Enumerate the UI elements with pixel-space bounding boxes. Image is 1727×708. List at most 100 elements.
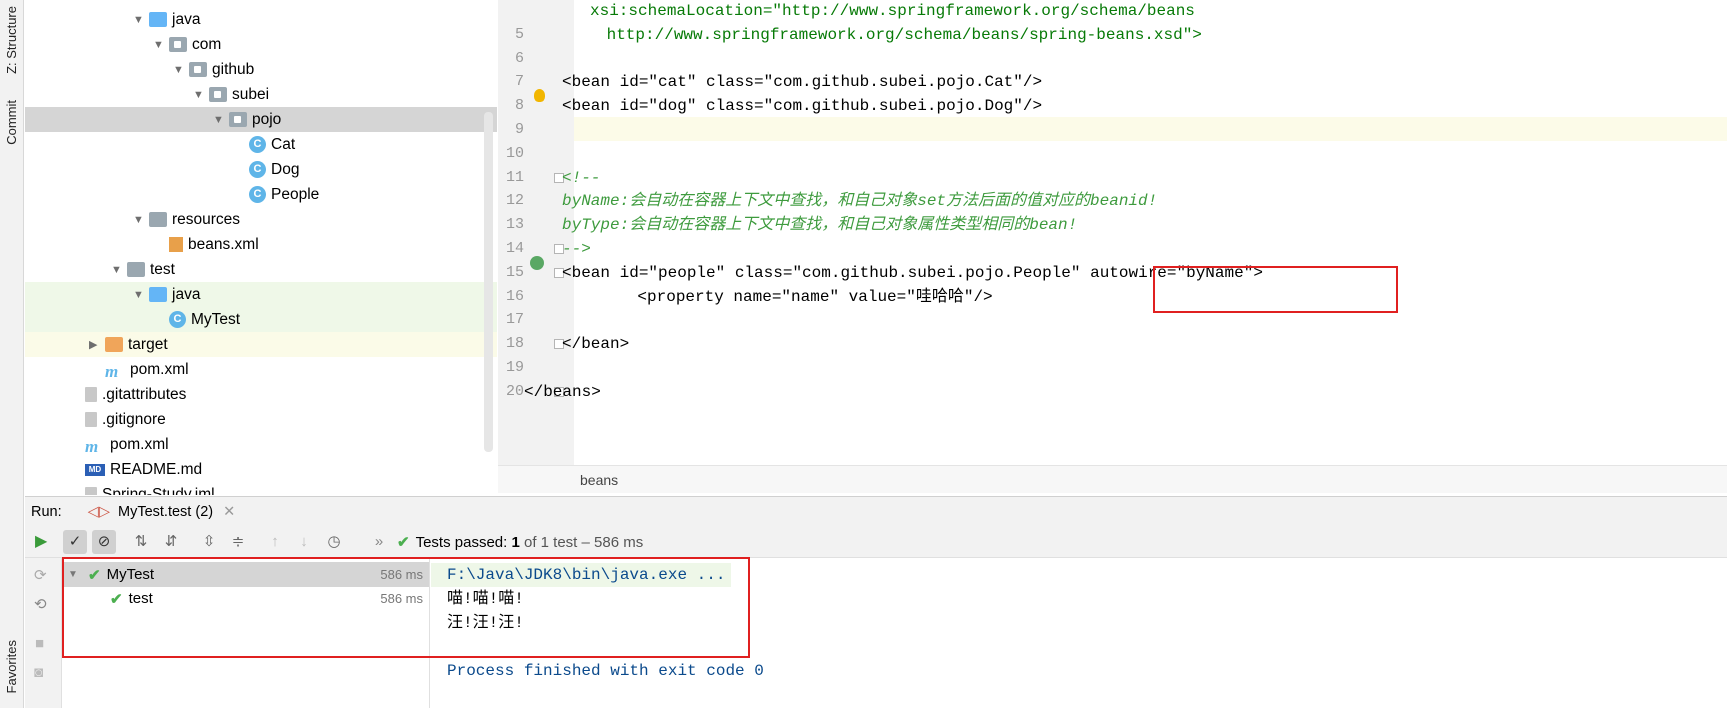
tree-item-label: pom.xml (130, 360, 189, 378)
tree-item-label: target (128, 335, 168, 353)
tree-item[interactable]: ▼ java (25, 7, 497, 32)
sort-alpha-icon[interactable]: ⇅ (129, 530, 153, 554)
test-results-tree: ▼ ✔ MyTest 586 ms ✔ test 586 ms (62, 558, 430, 708)
history-icon[interactable]: ◷ (322, 530, 346, 554)
tree-item[interactable]: ▼ test (25, 257, 497, 282)
console-line: 喵!喵!喵! (447, 590, 524, 608)
run-side-toolbar: ▶ ⟳ ⟲ ■ ◙ (25, 533, 62, 708)
project-scrollbar[interactable] (484, 112, 493, 452)
tree-item-label: Dog (271, 160, 300, 178)
package-icon (209, 87, 227, 102)
more-chevron-icon[interactable]: » (367, 530, 391, 554)
line-number: 11 (505, 168, 524, 186)
tree-item[interactable]: C Dog (25, 157, 497, 182)
structure-tab[interactable]: Z: Structure (4, 6, 19, 74)
console-output[interactable]: F:\Java\JDK8\bin\java.exe ... 喵!喵!喵! 汪!汪… (431, 558, 1727, 708)
tree-item-label: MyTest (191, 310, 241, 328)
tree-item[interactable]: .gitignore (25, 407, 497, 432)
line-number: 15 (505, 263, 524, 281)
collapse-all-icon[interactable]: ≑ (226, 530, 250, 554)
package-icon (189, 62, 207, 77)
expand-arrow-icon[interactable]: ▼ (68, 569, 88, 580)
tree-item[interactable]: Spring-Study.iml (25, 482, 497, 495)
run-tab-bar: Run: ◁▷ MyTest.test (2) ✕ (25, 496, 1727, 526)
tree-item-label: Spring-Study.iml (102, 485, 215, 496)
code-line: byName:会自动在容器上下文中查找，和自己对象set方法后面的值对应的bea… (562, 192, 1158, 211)
code-line: </beans> (524, 382, 601, 401)
tree-item-label: pom.xml (110, 435, 169, 453)
toggle-auto-test-icon[interactable]: ⟲ (34, 595, 47, 613)
tree-item[interactable]: ▼ subei (25, 82, 497, 107)
file-icon (85, 387, 97, 402)
tree-item[interactable]: .gitattributes (25, 382, 497, 407)
rerun-icon[interactable]: ▶ (35, 531, 47, 551)
tree-item[interactable]: ▼ resources (25, 207, 497, 232)
show-ignored-icon[interactable]: ⊘ (92, 530, 116, 554)
code-line: http://www.springframework.org/schema/be… (597, 25, 1202, 44)
tree-item-label: .gitignore (102, 410, 166, 428)
commit-tab[interactable]: Commit (4, 100, 19, 145)
passed-check-icon: ✔ (88, 566, 101, 584)
tree-item[interactable]: MD README.md (25, 457, 497, 482)
lightbulb-icon[interactable] (534, 89, 545, 102)
excluded-folder-icon (105, 337, 123, 352)
file-icon (85, 412, 97, 427)
code-line: <bean id="people" class="com.github.sube… (562, 263, 1263, 282)
tree-item[interactable]: C MyTest (25, 307, 497, 332)
tree-item[interactable]: ▼ com (25, 32, 497, 57)
xml-file-icon (169, 237, 183, 252)
expand-arrow-icon[interactable]: ▼ (133, 214, 149, 226)
expand-all-icon[interactable]: ⇳ (197, 530, 221, 554)
tree-item-label: pojo (252, 110, 282, 128)
camera-icon[interactable]: ◙ (34, 664, 43, 681)
spring-bean-icon[interactable] (530, 256, 544, 270)
expand-arrow-icon[interactable]: ▼ (213, 114, 229, 126)
tree-item[interactable]: ▼ github (25, 57, 497, 82)
prev-failed-icon[interactable]: ↑ (263, 530, 287, 554)
tree-item[interactable]: beans.xml (25, 232, 497, 257)
line-number: 6 (514, 49, 524, 67)
show-passed-icon[interactable]: ✓ (63, 530, 87, 554)
expand-arrow-icon[interactable]: ▼ (173, 64, 189, 76)
tree-item[interactable]: ▶ target (25, 332, 497, 357)
expand-arrow-icon[interactable]: ▼ (193, 89, 209, 101)
current-line-highlight (574, 117, 1727, 141)
tree-item[interactable]: m pom.xml (25, 432, 497, 457)
stop-icon[interactable]: ■ (35, 635, 44, 652)
expand-arrow-icon[interactable]: ▼ (153, 39, 169, 51)
favorites-tab[interactable]: Favorites (4, 640, 19, 693)
package-icon (229, 112, 247, 127)
next-failed-icon[interactable]: ↓ (292, 530, 316, 554)
tree-item[interactable]: C Cat (25, 132, 497, 157)
code-line: --> (562, 240, 591, 258)
console-line: Process finished with exit code 0 (447, 662, 764, 680)
code-editor[interactable]: 5 6 7 8 9 10 11 12 13 14 15 16 17 18 19 20 xsi:schemaLo… (498, 0, 1727, 493)
close-tab-icon[interactable]: ✕ (223, 504, 235, 520)
line-number: 19 (505, 359, 524, 376)
code-line: </bean> (562, 335, 630, 354)
line-number: 7 (514, 73, 524, 91)
expand-arrow-icon[interactable]: ▼ (111, 264, 127, 276)
run-tab-label[interactable]: MyTest.test (2) (118, 504, 213, 520)
line-number: 13 (505, 216, 524, 234)
tree-item-label: com (192, 35, 222, 53)
folder-icon (127, 262, 145, 277)
rerun-failed-icon[interactable]: ⟳ (34, 566, 47, 584)
sort-duration-icon[interactable]: ⇵ (159, 530, 183, 554)
line-number: 14 (505, 240, 524, 257)
tree-item[interactable]: C People (25, 182, 497, 207)
tree-item-label: subei (232, 85, 270, 103)
expand-arrow-icon[interactable]: ▼ (133, 14, 149, 26)
class-icon: C (249, 136, 266, 153)
expand-arrow-icon[interactable]: ▶ (89, 338, 105, 351)
expand-arrow-icon[interactable]: ▼ (133, 289, 149, 301)
test-row-mytest[interactable]: ▼ ✔ MyTest 586 ms (62, 562, 429, 587)
tree-item[interactable]: ▼ java (25, 282, 497, 307)
project-tree-panel: ▼ java ▼ com ▼ github ▼ subei ▼ pojo C Cat C Dog C Peop… (25, 0, 497, 495)
breadcrumb[interactable]: beans (498, 465, 1727, 493)
line-number: 8 (514, 97, 524, 115)
test-row-test[interactable]: ✔ test 586 ms (62, 586, 429, 611)
tree-item[interactable]: ▼ pojo (25, 107, 497, 132)
tree-item-label: java (172, 10, 201, 28)
tree-item[interactable]: m pom.xml (25, 357, 497, 382)
